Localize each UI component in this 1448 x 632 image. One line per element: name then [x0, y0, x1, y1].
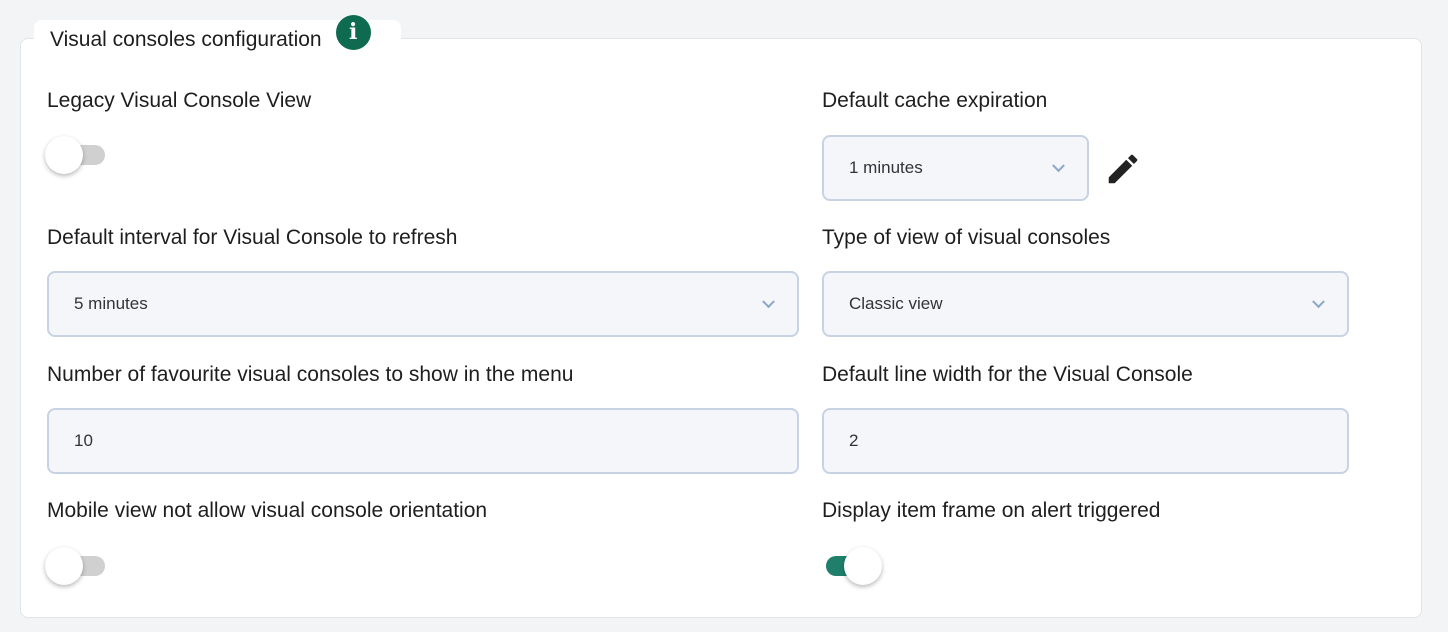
cache-expiration-select[interactable]: 1 minutes — [822, 135, 1089, 201]
toggle-knob — [844, 547, 882, 585]
legacy-view-toggle[interactable] — [45, 133, 105, 177]
info-icon[interactable]: i — [335, 14, 371, 50]
pencil-icon[interactable] — [1104, 150, 1142, 188]
refresh-interval-value: 5 minutes — [74, 294, 148, 313]
chevron-down-icon — [1312, 295, 1325, 309]
favourites-count-value: 10 — [74, 431, 93, 450]
view-type-label: Type of view of visual consoles — [822, 226, 1111, 249]
cache-expiration-label: Default cache expiration — [822, 89, 1048, 112]
line-width-label: Default line width for the Visual Consol… — [822, 363, 1193, 386]
line-width-input[interactable]: 2 — [822, 408, 1349, 474]
section-title: Visual consoles configuration — [50, 28, 322, 51]
favourites-count-label: Number of favourite visual consoles to s… — [47, 363, 574, 386]
item-frame-alert-label: Display item frame on alert triggered — [822, 499, 1161, 522]
favourites-count-input[interactable]: 10 — [47, 408, 799, 474]
line-width-value: 2 — [849, 431, 859, 450]
view-type-select[interactable]: Classic view — [822, 271, 1349, 337]
toggle-knob — [45, 136, 83, 174]
mobile-orientation-toggle[interactable] — [45, 544, 105, 588]
refresh-interval-select[interactable]: 5 minutes — [47, 271, 799, 337]
view-type-value: Classic view — [849, 294, 943, 313]
item-frame-alert-toggle[interactable] — [820, 544, 882, 588]
mobile-orientation-label: Mobile view not allow visual console ori… — [47, 499, 488, 522]
chevron-down-icon — [1052, 159, 1065, 173]
chevron-down-icon — [762, 295, 775, 309]
legacy-view-label: Legacy Visual Console View — [47, 89, 312, 112]
fieldset-legend: Visual consoles configuration i — [34, 14, 401, 60]
toggle-knob — [45, 547, 83, 585]
refresh-interval-label: Default interval for Visual Console to r… — [47, 226, 458, 249]
cache-expiration-value: 1 minutes — [849, 158, 923, 177]
